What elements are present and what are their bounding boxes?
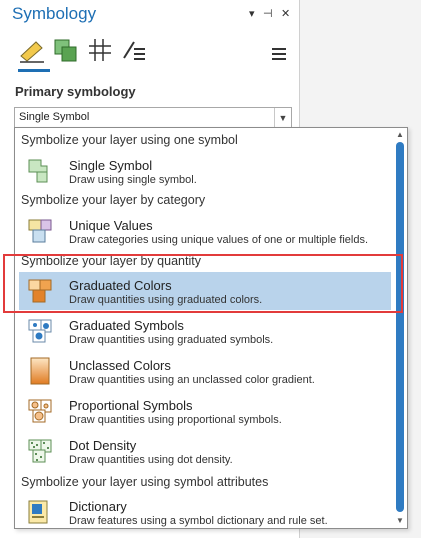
- item-description: Draw categories using unique values of o…: [69, 234, 368, 246]
- scroll-thumb[interactable]: [396, 142, 404, 512]
- vertical-scrollbar[interactable]: ▲ ▼: [395, 130, 405, 526]
- pin-icon[interactable]: ⊣: [263, 7, 273, 20]
- item-description: Draw quantities using dot density.: [69, 454, 233, 466]
- pane-titlebar: Symbology ▾ ⊣ ✕: [0, 0, 299, 30]
- group-header-quantity: Symbolize your layer by quantity: [21, 254, 201, 268]
- hamburger-menu-icon[interactable]: [272, 48, 286, 60]
- primary-symbology-tab[interactable]: [18, 36, 48, 66]
- list-item-unique-values[interactable]: Unique Values Draw categories using uniq…: [19, 212, 391, 250]
- chevron-down-icon[interactable]: ▼: [274, 108, 291, 128]
- single-symbol-icon: [28, 159, 48, 183]
- proportional-symbols-icon: [28, 399, 52, 423]
- item-description: Draw using single symbol.: [69, 174, 197, 186]
- item-title: Dictionary: [69, 499, 127, 514]
- scroll-down-arrow-icon[interactable]: ▼: [395, 516, 405, 526]
- brush-list-icon: [123, 41, 145, 60]
- item-title: Dot Density: [69, 438, 137, 453]
- item-description: Draw quantities using graduated symbols.: [69, 334, 274, 346]
- item-title: Single Symbol: [69, 158, 153, 173]
- pane-title: Symbology: [12, 4, 97, 23]
- scroll-up-arrow-icon[interactable]: ▲: [395, 130, 405, 140]
- item-title: Unique Values: [69, 218, 153, 233]
- group-header-one-symbol: Symbolize your layer using one symbol: [21, 133, 238, 147]
- symbol-layers-icon: [89, 39, 111, 61]
- list-item-dictionary[interactable]: Dictionary Draw features using a symbol …: [19, 493, 391, 531]
- close-icon[interactable]: ✕: [281, 7, 290, 20]
- vary-symbology-icon: [54, 39, 77, 62]
- symbology-properties-tab[interactable]: [120, 36, 150, 66]
- dot-density-icon: [28, 439, 52, 463]
- item-description: Draw quantities using graduated colors.: [69, 294, 263, 306]
- item-description: Draw features using a symbol dictionary …: [69, 515, 328, 527]
- group-header-symbol-attributes: Symbolize your layer using symbol attrib…: [21, 475, 269, 489]
- list-item-graduated-symbols[interactable]: Graduated Symbols Draw quantities using …: [19, 312, 391, 350]
- list-item-unclassed-colors[interactable]: Unclassed Colors Draw quantities using a…: [19, 352, 391, 390]
- graduated-colors-icon: [28, 279, 52, 303]
- vary-symbology-tab[interactable]: [52, 36, 82, 66]
- list-item-proportional-symbols[interactable]: Proportional Symbols Draw quantities usi…: [19, 392, 391, 430]
- group-header-category: Symbolize your layer by category: [21, 193, 206, 207]
- graduated-symbols-icon: [28, 319, 52, 343]
- symbology-tabs: [12, 36, 292, 74]
- pane-options-icon[interactable]: ▾: [249, 7, 255, 20]
- unclassed-colors-icon: [30, 357, 50, 385]
- list-item-graduated-colors[interactable]: Graduated Colors Draw quantities using g…: [19, 272, 391, 310]
- item-title: Proportional Symbols: [69, 398, 193, 413]
- dictionary-icon: [28, 500, 48, 524]
- unique-values-icon: [28, 219, 52, 243]
- active-tab-indicator: [18, 69, 50, 72]
- combo-selected-value: Single Symbol: [19, 111, 90, 123]
- symbology-dropdown-list: Symbolize your layer using one symbol Si…: [14, 127, 408, 529]
- item-title: Unclassed Colors: [69, 358, 171, 373]
- item-description: Draw quantities using proportional symbo…: [69, 414, 282, 426]
- symbol-layers-tab[interactable]: [86, 36, 116, 66]
- list-item-dot-density[interactable]: Dot Density Draw quantities using dot de…: [19, 432, 391, 470]
- item-title: Graduated Symbols: [69, 318, 184, 333]
- primary-symbology-combobox[interactable]: Single Symbol ▼: [14, 107, 292, 129]
- list-item-single-symbol[interactable]: Single Symbol Draw using single symbol.: [19, 152, 391, 190]
- primary-symbology-icon: [20, 41, 44, 63]
- item-title: Graduated Colors: [69, 278, 172, 293]
- item-description: Draw quantities using an unclassed color…: [69, 374, 315, 386]
- primary-symbology-label: Primary symbology: [15, 84, 136, 99]
